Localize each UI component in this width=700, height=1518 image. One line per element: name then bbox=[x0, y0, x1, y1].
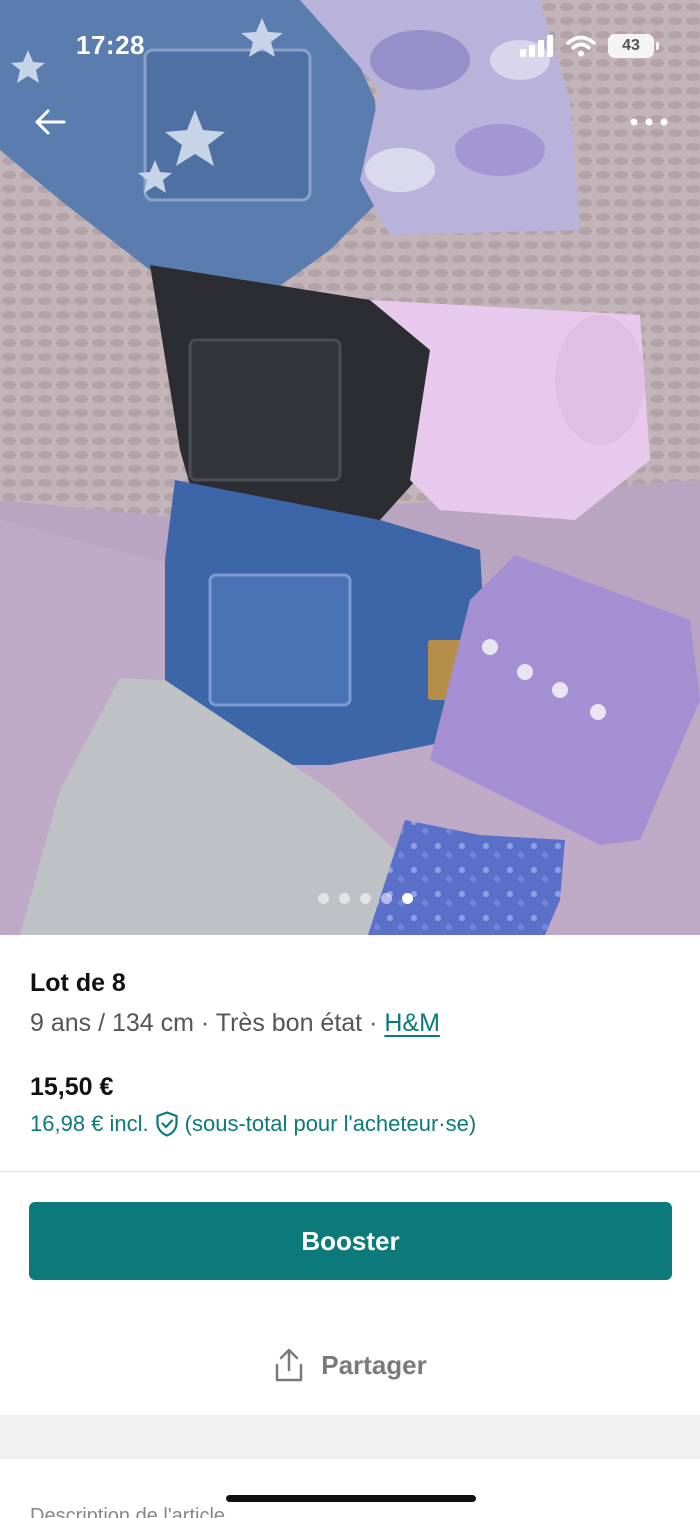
item-attributes: 9 ans / 134 cm · Très bon état · H&M bbox=[30, 1009, 440, 1038]
booster-button[interactable]: Booster bbox=[29, 1202, 672, 1280]
pager-dot[interactable] bbox=[317, 893, 329, 904]
status-icons: 43 bbox=[520, 34, 659, 58]
back-button[interactable] bbox=[28, 100, 72, 144]
attribute-separator: · bbox=[193, 1009, 216, 1037]
share-button[interactable]: Partager bbox=[0, 1340, 700, 1390]
item-photo-gallery[interactable]: 17:28 43 bbox=[0, 0, 700, 935]
pager-dot[interactable] bbox=[338, 893, 350, 904]
shield-check-icon bbox=[156, 1111, 178, 1137]
item-size: 9 ans / 134 cm bbox=[30, 1009, 194, 1037]
item-brand-link[interactable]: H&M bbox=[384, 1009, 440, 1037]
item-price: 15,50 € bbox=[30, 1073, 114, 1101]
share-label: Partager bbox=[321, 1349, 427, 1380]
share-icon bbox=[276, 1348, 303, 1382]
battery-level: 43 bbox=[622, 37, 640, 54]
more-options-button[interactable] bbox=[622, 104, 676, 140]
divider bbox=[0, 1171, 700, 1172]
status-time: 17:28 bbox=[76, 30, 145, 60]
more-horizontal-icon bbox=[630, 118, 668, 126]
section-separator bbox=[0, 1415, 700, 1459]
description-section-label: Description de l'article bbox=[30, 1505, 226, 1518]
buyer-price-info[interactable]: 16,98 € incl. (sous-total pour l'acheteu… bbox=[30, 1111, 476, 1137]
arrow-left-icon bbox=[35, 109, 66, 135]
price-incl-amount: 16,98 € incl. bbox=[30, 1111, 149, 1136]
item-condition: Très bon état bbox=[215, 1009, 363, 1037]
attribute-separator: · bbox=[362, 1009, 385, 1037]
item-photo bbox=[0, 0, 700, 935]
battery-icon: 43 bbox=[608, 34, 659, 58]
pager-dot[interactable] bbox=[380, 893, 392, 904]
item-title: Lot de 8 bbox=[30, 969, 126, 997]
wifi-icon bbox=[566, 35, 596, 57]
pager-dot[interactable] bbox=[359, 893, 371, 904]
price-incl-note: (sous-total pour l'acheteur·se) bbox=[184, 1111, 477, 1136]
status-bar: 17:28 43 bbox=[0, 0, 700, 90]
pager-dot-active[interactable] bbox=[401, 893, 413, 904]
home-indicator[interactable] bbox=[226, 1495, 476, 1502]
gallery-pager bbox=[0, 893, 700, 904]
cellular-signal-icon bbox=[520, 35, 553, 57]
